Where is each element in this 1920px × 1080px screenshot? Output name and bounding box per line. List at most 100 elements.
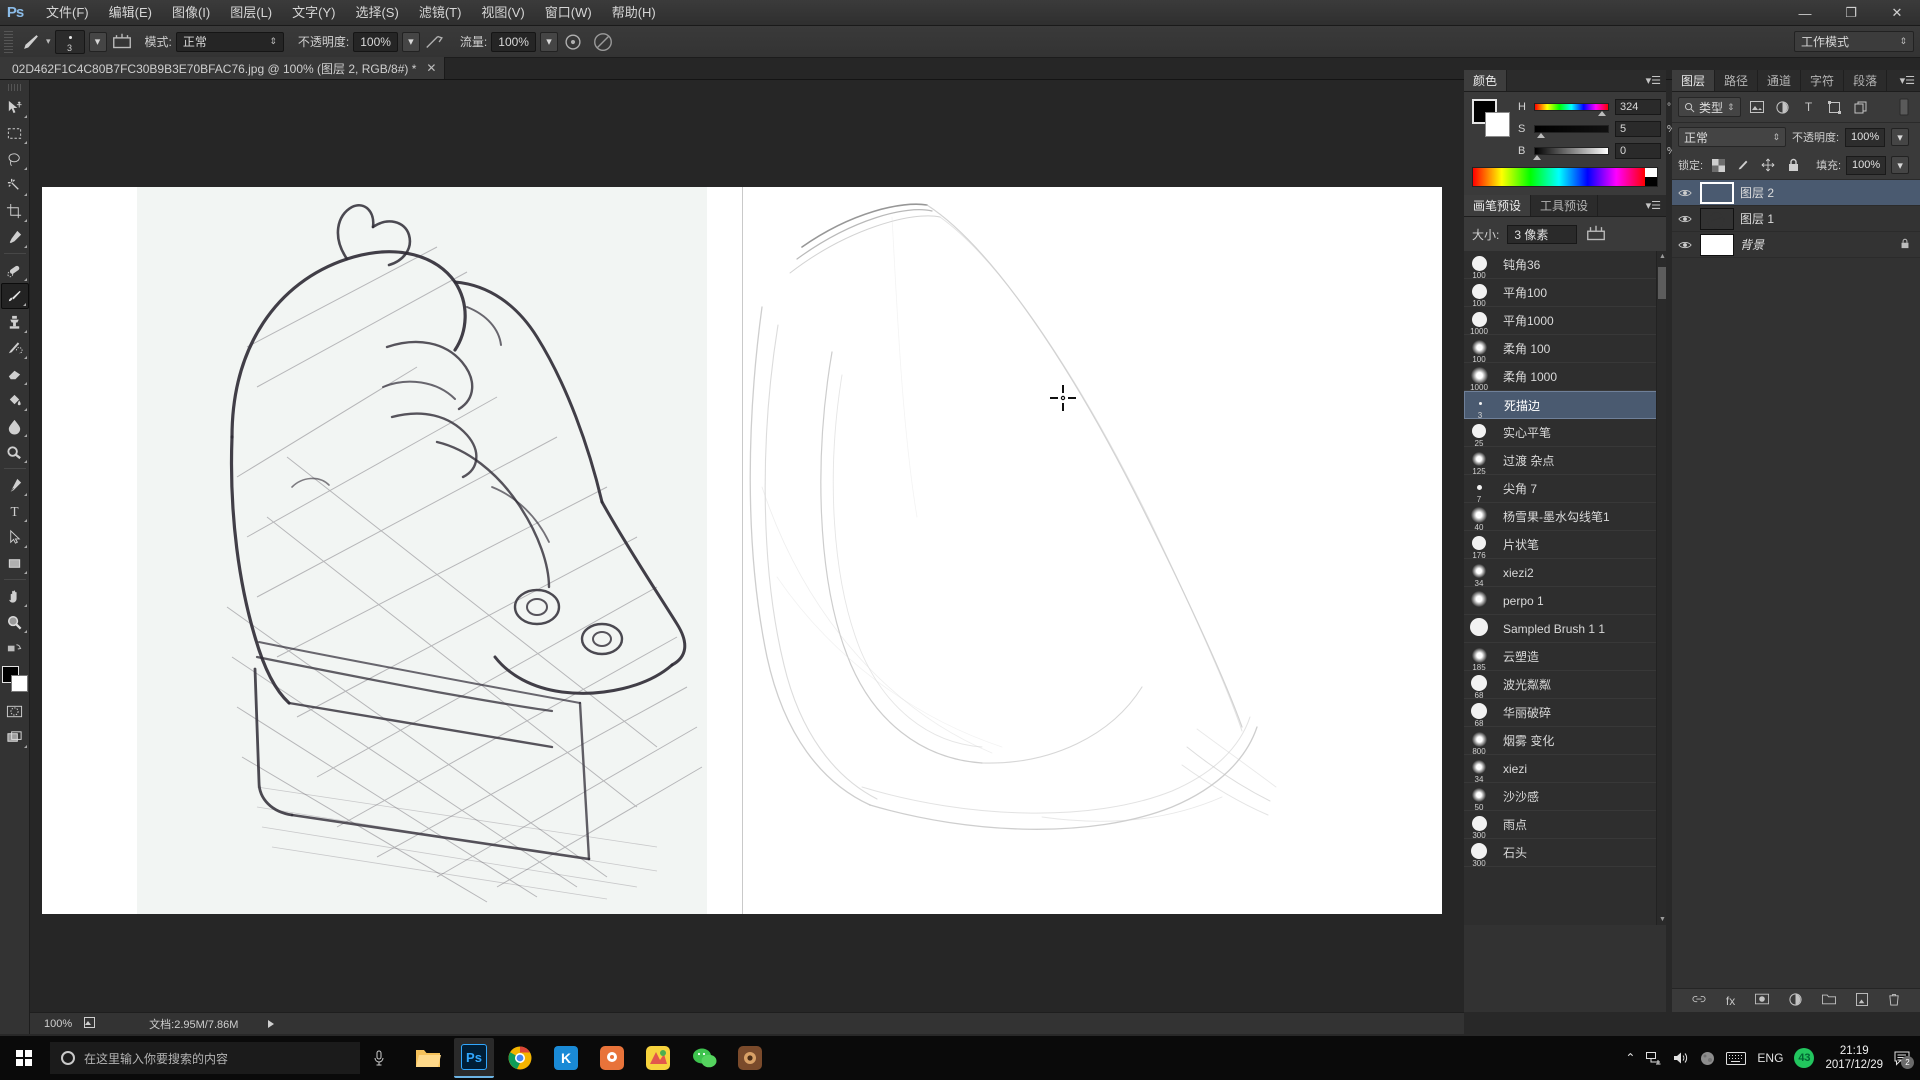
eyedropper-tool[interactable] [1, 224, 29, 250]
menu-filter[interactable]: 滤镜(T) [409, 1, 472, 25]
path-selection-tool[interactable] [1, 524, 29, 550]
taskbar-app-kugou[interactable]: K [546, 1038, 586, 1078]
layer-style-icon[interactable]: fx [1726, 994, 1735, 1008]
layer-row-1[interactable]: 图层 2 [1672, 180, 1920, 206]
show-hidden-icons-chevron-icon[interactable]: ⌃ [1625, 1051, 1635, 1065]
paint-bucket-tool[interactable] [1, 387, 29, 413]
brush-preset-list[interactable]: 100 钝角36 100 平角100 1000 平角1000 100 柔角 100 1000 柔角… [1464, 251, 1666, 925]
pen-tool[interactable] [1, 472, 29, 498]
adjustment-layer-icon[interactable] [1789, 992, 1802, 1009]
notification-badge-count[interactable]: 43 [1794, 1048, 1815, 1068]
panel-menu-icon[interactable]: ▾☰ [1646, 199, 1661, 212]
brush-preset-row[interactable]: 185 云塑造 [1464, 643, 1666, 671]
new-layer-icon[interactable] [1856, 992, 1868, 1009]
color-panel-swatches[interactable] [1472, 99, 1510, 137]
brush-panel-toggle-icon[interactable] [111, 31, 133, 53]
clone-stamp-tool[interactable] [1, 309, 29, 335]
toolbar-grip[interactable] [7, 84, 22, 91]
dodge-tool[interactable] [1, 439, 29, 465]
lasso-tool[interactable] [1, 146, 29, 172]
taskbar-app-chrome[interactable] [500, 1038, 540, 1078]
panel-menu-icon[interactable]: ▾☰ [1646, 74, 1661, 87]
document-tab[interactable]: 02D462F1C4C80B7FC30B9B3E70BFAC76.jpg @ 1… [0, 57, 446, 79]
close-icon[interactable]: ✕ [426, 61, 436, 75]
crop-tool[interactable] [1, 198, 29, 224]
brightness-thumb[interactable] [1533, 155, 1541, 160]
move-tool[interactable] [1, 94, 29, 120]
layer-mask-icon[interactable] [1755, 993, 1770, 1008]
workspace-selector[interactable]: 工作模式 ⇕ [1794, 31, 1914, 52]
taskbar-app-photoshop[interactable]: Ps [454, 1038, 494, 1078]
saturation-slider[interactable] [1534, 125, 1609, 138]
tab-character[interactable]: 字符 [1801, 70, 1845, 91]
lock-transparency-icon[interactable] [1708, 155, 1728, 175]
brush-size-input[interactable]: 3 像素 [1507, 224, 1578, 244]
scroll-down-arrow-icon[interactable]: ▼ [1659, 916, 1666, 923]
link-layers-icon[interactable] [1692, 993, 1706, 1008]
tab-paragraph[interactable]: 段落 [1844, 70, 1888, 91]
brush-preset-row[interactable]: 40 杨雪果-墨水勾线笔1 [1464, 503, 1666, 531]
brush-size-preview[interactable]: 3 [54, 29, 85, 54]
screen-mode-button[interactable] [1, 724, 29, 750]
filter-shape-icon[interactable] [1825, 97, 1845, 117]
layer-fill-input[interactable]: 100% [1846, 155, 1887, 175]
tab-brush-presets[interactable]: 画笔预设 [1464, 195, 1532, 216]
brush-preset-row[interactable]: 300 石头 [1464, 839, 1666, 867]
brush-preset-row[interactable]: Sampled Brush 1 1 [1464, 615, 1666, 643]
layer-name[interactable]: 图层 1 [1740, 210, 1774, 227]
brush-settings-icon[interactable] [1585, 223, 1607, 245]
options-grip[interactable] [4, 30, 13, 53]
status-expand-arrow-icon[interactable] [268, 1019, 275, 1028]
brush-preset-row[interactable]: 68 华丽破碎 [1464, 699, 1666, 727]
saturation-thumb[interactable] [1537, 133, 1545, 138]
moon-icon[interactable] [1700, 1051, 1715, 1066]
menu-image[interactable]: 图像(I) [162, 1, 220, 25]
layer-blend-mode-select[interactable]: 正常 ⇕ [1678, 127, 1786, 147]
tab-tool-presets[interactable]: 工具预设 [1531, 195, 1599, 216]
hue-input[interactable]: 324 [1615, 99, 1661, 115]
pressure-opacity-icon[interactable] [424, 31, 446, 53]
menu-help[interactable]: 帮助(H) [602, 1, 666, 25]
layer-name[interactable]: 背景 [1740, 236, 1764, 253]
scroll-up-arrow-icon[interactable]: ▲ [1659, 253, 1666, 260]
menu-edit[interactable]: 编辑(E) [99, 1, 162, 25]
menu-view[interactable]: 视图(V) [471, 1, 534, 25]
brush-preset-row[interactable]: 68 波光粼粼 [1464, 671, 1666, 699]
canvas-area[interactable]: 100% 文档:2.95M/7.86M [30, 80, 1464, 1034]
quick-mask-button[interactable] [1, 698, 29, 724]
minimize-button[interactable]: — [1782, 0, 1828, 26]
layer-fill-chevron-icon[interactable]: ▾ [1891, 156, 1910, 174]
microphone-icon[interactable] [360, 1050, 398, 1066]
filter-pixel-icon[interactable] [1747, 97, 1767, 117]
brush-preset-row[interactable]: 1000 平角1000 [1464, 307, 1666, 335]
action-center-icon[interactable]: 2 [1894, 1051, 1914, 1069]
maximize-button[interactable]: ❐ [1828, 0, 1874, 26]
layer-opacity-chevron-icon[interactable]: ▾ [1891, 128, 1910, 146]
taskbar-app-brown[interactable] [730, 1038, 770, 1078]
color-spectrum-ramp[interactable] [1472, 167, 1658, 187]
flow-input[interactable]: 100% [491, 31, 536, 52]
tab-paths[interactable]: 路径 [1715, 70, 1759, 91]
airbrush-icon[interactable] [562, 31, 584, 53]
document-canvas[interactable] [42, 187, 1442, 914]
taskbar-app-orange[interactable] [592, 1038, 632, 1078]
start-button[interactable] [0, 1036, 48, 1080]
pressure-size-icon[interactable] [592, 31, 614, 53]
eraser-tool[interactable] [1, 361, 29, 387]
network-icon[interactable] [1646, 1051, 1662, 1065]
healing-brush-tool[interactable] [1, 257, 29, 283]
menu-file[interactable]: 文件(F) [36, 1, 99, 25]
taskbar-app-file-explorer[interactable] [408, 1038, 448, 1078]
menu-window[interactable]: 窗口(W) [535, 1, 602, 25]
spectrum-black[interactable] [1645, 177, 1657, 186]
lock-all-icon[interactable] [1783, 155, 1803, 175]
zoom-level[interactable]: 100% [44, 1018, 72, 1030]
new-group-icon[interactable] [1822, 993, 1837, 1008]
type-tool[interactable]: T [1, 498, 29, 524]
hue-thumb[interactable] [1598, 111, 1606, 116]
layer-filter-type-select[interactable]: 类型 ⇕ [1678, 97, 1741, 117]
brush-preset-row[interactable]: 50 沙沙感 [1464, 783, 1666, 811]
brush-options-chevron-icon[interactable]: ▾ [88, 31, 107, 52]
brush-preset-chevron-icon[interactable]: ▾ [46, 36, 51, 47]
spectrum-white[interactable] [1645, 168, 1657, 177]
